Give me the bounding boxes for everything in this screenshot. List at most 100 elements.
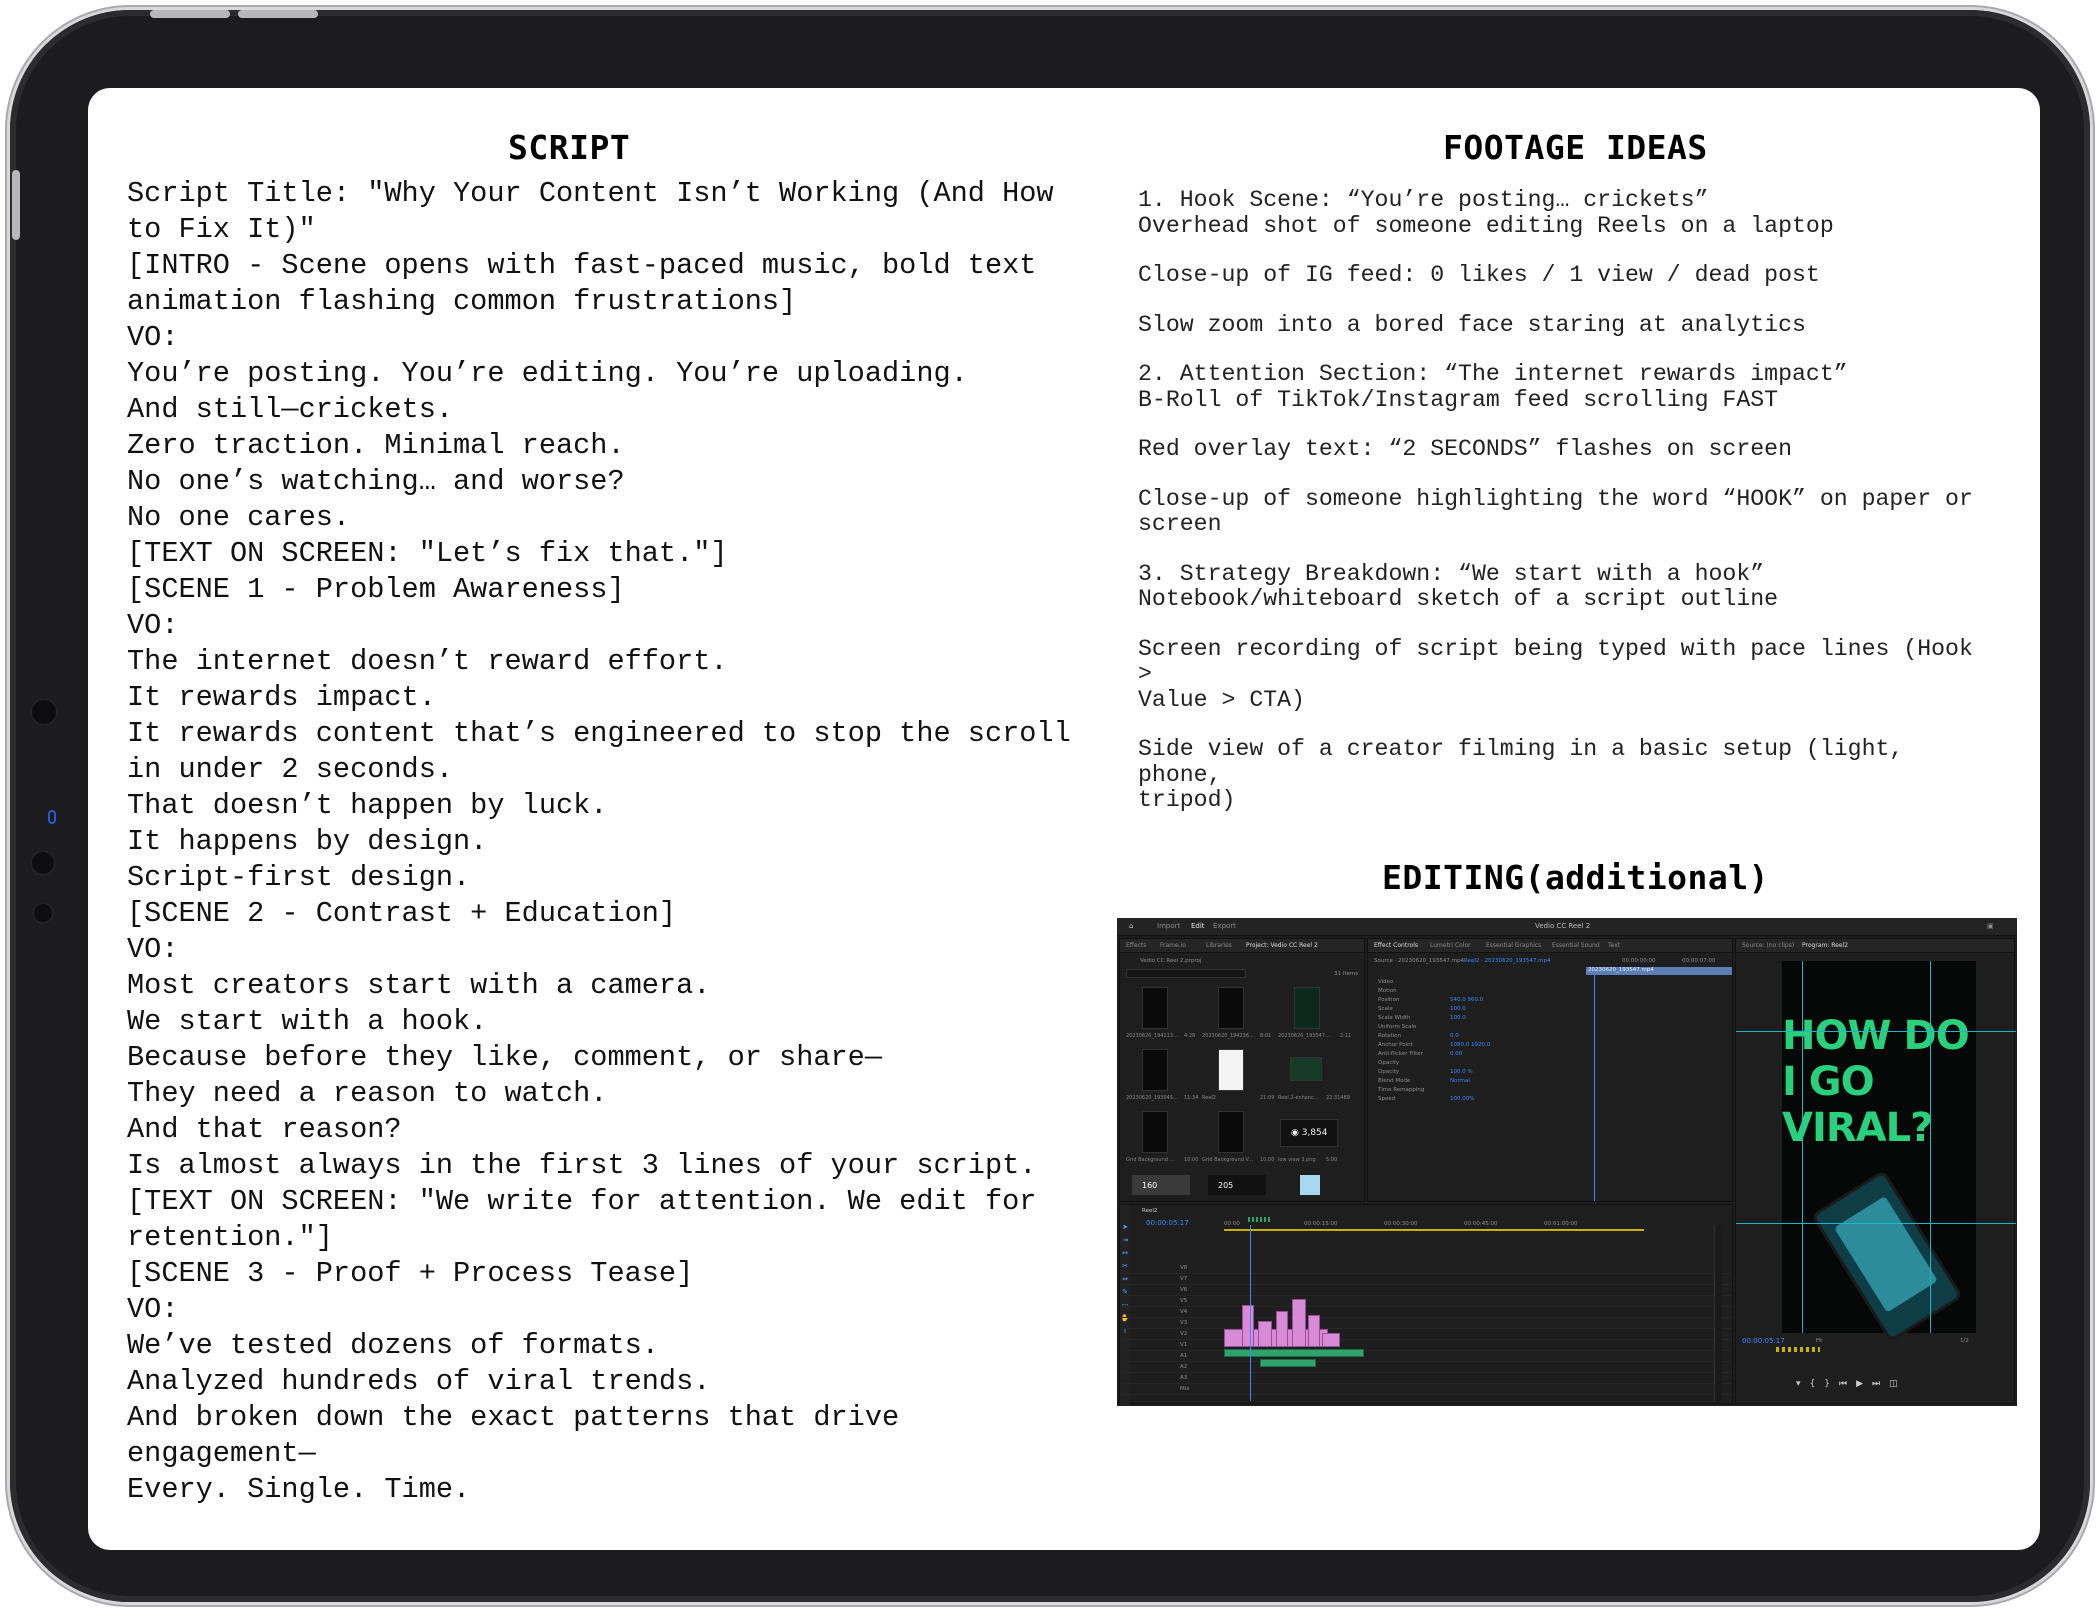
tab-graphics: Essential Graphics [1486, 942, 1542, 949]
track-label[interactable]: A3 [1180, 1375, 1187, 1381]
marker-strip [1248, 1217, 1272, 1222]
track-label[interactable]: V8 [1180, 1265, 1187, 1271]
track-select-icon[interactable]: ⇥ [1122, 1236, 1128, 1244]
effect-property-value[interactable]: 100.00% [1450, 1096, 1474, 1102]
track-label[interactable]: V4 [1180, 1309, 1187, 1315]
editor-screenshot: ⌂ Import Edit Export Vedio CC Reel 2 ▣ E… [1117, 918, 2017, 1406]
step-back-icon[interactable]: ⏮ [1839, 1379, 1856, 1389]
ratio-select[interactable]: 1/2 [1960, 1338, 1969, 1344]
volume-button [150, 10, 230, 18]
ruler-label: 00:00 [1224, 1221, 1240, 1227]
timeline-track [1120, 1285, 1732, 1296]
thumb-duration: 8:01 [1260, 1033, 1272, 1039]
footage-line: tripod) [1138, 787, 1236, 813]
ipad-frame: SCRIPT Script Title: "Why Your Content I… [10, 10, 2090, 1602]
step-forward-icon[interactable]: ⏭ [1872, 1379, 1889, 1389]
script-line: engagement— [127, 1437, 316, 1470]
thumbnail [1142, 987, 1168, 1029]
phone-image [1810, 1169, 1964, 1343]
timeline-track [1120, 1307, 1732, 1318]
timeline-track [1120, 1329, 1732, 1340]
track-label[interactable]: V2 [1180, 1331, 1187, 1337]
thumb-caption: low view 3.png [1278, 1157, 1316, 1163]
thumb-caption: Reel2 [1202, 1095, 1216, 1101]
effect-property-name: Position [1378, 997, 1400, 1003]
effect-property-name: Video [1378, 979, 1394, 985]
footage-line: Close-up of IG feed: 0 likes / 1 view / … [1138, 262, 1820, 288]
track-label[interactable]: V6 [1180, 1287, 1187, 1293]
editing-heading: EDITING(additional) [1382, 858, 1769, 897]
video-clip[interactable] [1292, 1299, 1306, 1347]
track-label[interactable]: V5 [1180, 1298, 1187, 1304]
video-clip[interactable] [1308, 1315, 1320, 1347]
script-line: The internet doesn’t reward effort. [127, 645, 728, 678]
preview-number: 205 [1218, 1181, 1234, 1190]
tab-sound: Essential Sound [1552, 942, 1600, 949]
thumb-caption: 20230620_194236... [1202, 1033, 1254, 1039]
workspace-tab-edit: Edit [1191, 922, 1205, 930]
timeline-tab[interactable]: Reel2 [1142, 1208, 1157, 1214]
audio-waveform-icon [1290, 1057, 1322, 1081]
video-clip[interactable] [1276, 1311, 1288, 1347]
footage-idea: Side view of a creator filming in a basi… [1138, 736, 1998, 814]
audio-clip[interactable] [1260, 1359, 1316, 1367]
effect-property-value[interactable]: 1080.0 1920.0 [1450, 1042, 1490, 1048]
effect-property-value[interactable]: 100.0 [1450, 1006, 1466, 1012]
mark-out-icon[interactable]: } [1824, 1379, 1839, 1389]
mark-in-icon[interactable]: { [1810, 1379, 1825, 1389]
track-label[interactable]: A2 [1180, 1364, 1187, 1370]
fit-select[interactable]: Fit [1816, 1338, 1822, 1344]
effect-property-value[interactable]: Normal [1450, 1078, 1470, 1084]
script-line: Analyzed hundreds of viral trends. [127, 1365, 711, 1398]
track-label[interactable]: Mix [1180, 1386, 1190, 1392]
footage-heading: FOOTAGE IDEAS [1443, 128, 1708, 167]
tab-program: Program: Reel2 [1802, 942, 1849, 949]
guide-line [1736, 1223, 2016, 1224]
script-line: Script Title: "Why Your Content Isn’t Wo… [127, 177, 1054, 210]
play-icon[interactable]: ▶ [1856, 1379, 1872, 1389]
selection-tool-icon[interactable]: ➤ [1122, 1223, 1128, 1231]
audio-clip[interactable] [1224, 1349, 1364, 1357]
timeline-playhead[interactable] [1250, 1225, 1251, 1401]
project-file: Vedio CC Reel 2.prproj [1140, 958, 1202, 964]
items-count: 31 Items [1334, 971, 1359, 977]
marker-strip [1776, 1347, 1820, 1352]
timeline-track [1120, 1362, 1732, 1373]
script-line: in under 2 seconds. [127, 753, 454, 786]
track-label[interactable]: V3 [1180, 1320, 1187, 1326]
thumb-caption: Grid Background ... [1126, 1157, 1175, 1163]
effect-property-value[interactable]: 100.0 % [1450, 1069, 1473, 1075]
video-clip[interactable] [1258, 1321, 1272, 1347]
video-clip[interactable] [1242, 1305, 1254, 1347]
track-label[interactable]: V1 [1180, 1342, 1187, 1348]
effect-property-value[interactable]: 540.0 960.0 [1450, 997, 1483, 1003]
video-clip[interactable] [1322, 1333, 1340, 1347]
project-tabs: Effects Frame.io Libraries Project: Vedi… [1120, 939, 1364, 953]
project-panel: Effects Frame.io Libraries Project: Vedi… [1119, 938, 1365, 1202]
program-video: HOW DO I GO VIRAL? [1782, 961, 1976, 1343]
sensor-icon [30, 850, 56, 876]
preview-number: 160 [1142, 1181, 1158, 1190]
footage-line: Red overlay text: “2 SECONDS” flashes on… [1138, 436, 1792, 462]
export-frame-icon[interactable]: ◫ [1889, 1379, 1907, 1389]
work-area-bar [1224, 1229, 1644, 1231]
ripple-edit-icon[interactable]: ↔ [1122, 1249, 1128, 1257]
effect-property-name: Anti-flicker Filter [1378, 1051, 1423, 1057]
effect-property-value[interactable]: 100.0 [1450, 1015, 1466, 1021]
script-line: to Fix It)" [127, 213, 316, 246]
marker-icon[interactable]: ▾ [1796, 1379, 1810, 1389]
thumb-duration: 4:28 [1184, 1033, 1196, 1039]
footage-line: Slow zoom into a bored face staring at a… [1138, 311, 1806, 338]
script-heading: SCRIPT [508, 128, 631, 167]
effect-property-value[interactable]: 0.00 [1450, 1051, 1462, 1057]
track-label[interactable]: V7 [1180, 1276, 1187, 1282]
script-line: [TEXT ON SCREEN: "We write for attention… [127, 1185, 1037, 1218]
script-line: That doesn’t happen by luck. [127, 789, 608, 822]
effect-property-value[interactable]: 0.0 [1450, 1033, 1459, 1039]
timeline-timecode: 00:00:05:17 [1146, 1219, 1189, 1227]
ruler-label: 00:00:30:00 [1384, 1221, 1418, 1227]
track-label[interactable]: A1 [1180, 1353, 1187, 1359]
effect-property-name: Blend Mode [1378, 1078, 1411, 1084]
effect-property-name: Scale Width [1378, 1015, 1411, 1021]
footage-line: screen [1138, 511, 1222, 537]
